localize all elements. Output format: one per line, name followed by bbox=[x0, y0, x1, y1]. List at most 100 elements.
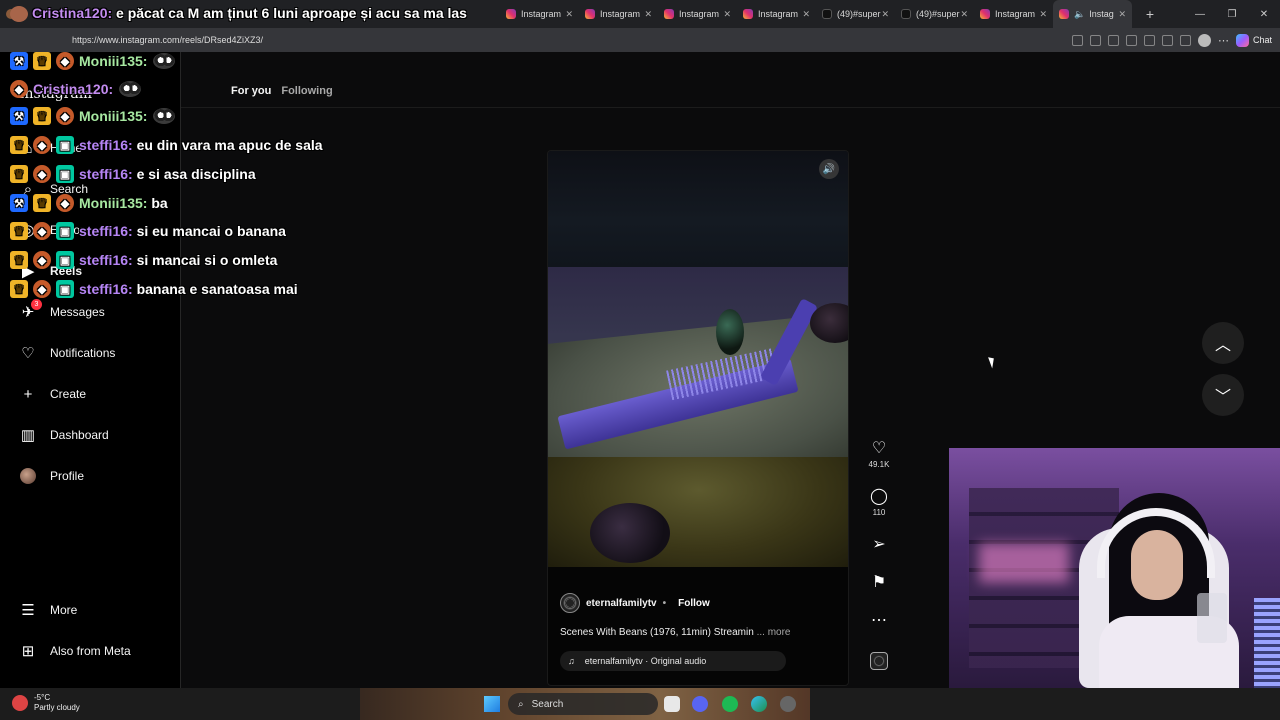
sidebar-item-notifications[interactable]: ♡ Notifications bbox=[19, 344, 115, 362]
sidebar-item-profile[interactable]: Profile bbox=[19, 467, 84, 485]
close-icon[interactable]: ✕ bbox=[1039, 9, 1047, 20]
sidebar-item-label: Also from Meta bbox=[50, 644, 131, 658]
feed-tabs: For you Following bbox=[231, 85, 333, 97]
chevron-down-icon: ﹀ bbox=[1214, 389, 1231, 406]
close-icon[interactable]: ✕ bbox=[960, 9, 968, 20]
volume-icon: 🔊 bbox=[822, 163, 836, 175]
close-icon[interactable]: ✕ bbox=[802, 9, 810, 20]
video-grass bbox=[548, 457, 848, 567]
sidebar-item-reels[interactable]: ▶ Reels bbox=[19, 262, 82, 280]
audio-pill[interactable]: ♫ eternalfamilytv · Original audio bbox=[560, 651, 786, 671]
extensions-icon[interactable] bbox=[1161, 34, 1173, 46]
browser-tab[interactable]: Instagram ✕ bbox=[974, 0, 1053, 28]
next-reel-button[interactable]: ﹀ bbox=[1202, 374, 1244, 416]
new-tab-button[interactable]: + bbox=[1138, 6, 1162, 22]
discord-icon[interactable] bbox=[692, 696, 708, 712]
save-button[interactable]: ⚑ bbox=[862, 574, 896, 594]
logo-text: Instagram bbox=[19, 86, 92, 102]
heart-icon: ♡ bbox=[21, 345, 35, 362]
reel-video-frame[interactable] bbox=[548, 267, 848, 567]
spotify-icon[interactable] bbox=[722, 696, 738, 712]
weather-text: -5°C Partly cloudy bbox=[34, 693, 80, 713]
taskbar-search-label: Search bbox=[531, 698, 564, 710]
browser-profile-avatar[interactable] bbox=[1197, 33, 1211, 47]
zoom-icon[interactable] bbox=[1089, 34, 1101, 46]
comment-button[interactable]: ◯ 110 bbox=[862, 488, 896, 517]
share-button[interactable]: ➢ bbox=[862, 536, 896, 556]
author-name[interactable]: eternalfamilytv bbox=[586, 598, 657, 609]
meta-grid-icon: ⊞ bbox=[21, 643, 35, 660]
apps-icon[interactable] bbox=[1071, 34, 1083, 46]
instagram-sidebar: Instagram ⌂ Home ⌕ Search ◎ Explore ▶ Reels … bbox=[0, 52, 181, 688]
url-field[interactable]: https://www.instagram.com/reels/DRsed4Zi… bbox=[72, 35, 263, 45]
taskbar-search[interactable]: ⌕ Search bbox=[508, 693, 658, 715]
favorites-icon[interactable] bbox=[1179, 34, 1191, 46]
refresh-icon[interactable] bbox=[1143, 34, 1155, 46]
window-controls: — ❐ ✕ bbox=[1184, 0, 1280, 28]
previous-reel-button[interactable]: ︿ bbox=[1202, 322, 1244, 364]
tab-title: Instagram bbox=[758, 9, 799, 19]
like-button[interactable]: ♡ 49.1K bbox=[862, 440, 896, 469]
follow-button[interactable]: Follow bbox=[678, 598, 710, 609]
maximize-icon[interactable]: ❐ bbox=[1216, 9, 1248, 20]
browser-tab[interactable]: (49)#super ✕ bbox=[816, 0, 895, 28]
close-icon[interactable]: ✕ bbox=[881, 9, 889, 20]
speaker-icon[interactable]: 🔈 bbox=[1074, 9, 1085, 20]
browser-tab[interactable]: Instagram ✕ bbox=[579, 0, 658, 28]
favorite-star-icon[interactable] bbox=[1125, 34, 1137, 46]
browser-tab-active[interactable]: 🔈 Instag ✕ bbox=[1053, 0, 1132, 28]
instagram-logo[interactable]: Instagram bbox=[19, 86, 92, 102]
sidebar-item-label: More bbox=[50, 603, 78, 617]
volume-button[interactable]: 🔊 bbox=[819, 159, 839, 179]
tab-for-you[interactable]: For you bbox=[231, 85, 271, 97]
sidebar-item-also-from-meta[interactable]: ⊞ Also from Meta bbox=[19, 642, 131, 660]
sidebar-item-search[interactable]: ⌕ Search bbox=[19, 180, 88, 198]
tab-following[interactable]: Following bbox=[281, 85, 332, 97]
sidebar-item-messages[interactable]: ✈ 3 Messages bbox=[19, 299, 105, 321]
webcam-light-bar bbox=[1254, 598, 1280, 688]
sidebar-item-label: Reels bbox=[50, 264, 83, 278]
close-icon[interactable]: ✕ bbox=[644, 9, 652, 20]
reel-info: eternalfamilytv • Follow Scenes With Bea… bbox=[548, 581, 848, 685]
toolbar-icons: ⋯ Chat bbox=[1071, 28, 1272, 52]
browser-tab[interactable]: (49)#super ✕ bbox=[895, 0, 974, 28]
edge-icon[interactable] bbox=[751, 696, 767, 712]
send-icon: ➢ bbox=[872, 536, 886, 553]
copilot-chat-button[interactable]: Chat bbox=[1235, 33, 1272, 47]
sidebar-item-label: Notifications bbox=[50, 346, 116, 360]
sidebar-item-create[interactable]: + Create bbox=[19, 385, 86, 403]
settings-icon[interactable] bbox=[780, 696, 796, 712]
browser-tab[interactable]: Instagram ✕ bbox=[658, 0, 737, 28]
author-avatar[interactable] bbox=[560, 593, 580, 613]
audio-thumbnail[interactable] bbox=[870, 652, 888, 670]
reel-card[interactable]: 🔊 eternalfamilytv • Follow Scenes With B… bbox=[547, 150, 849, 686]
chat-message-text: e păcat ca M am ținut 6 luni aproape și … bbox=[116, 5, 467, 21]
file-explorer-icon[interactable] bbox=[664, 696, 680, 712]
fox-emote-icon bbox=[10, 6, 28, 23]
sidebar-item-dashboard[interactable]: ▥ Dashboard bbox=[19, 426, 109, 444]
close-icon[interactable]: ✕ bbox=[723, 9, 731, 20]
minimize-icon[interactable]: — bbox=[1184, 9, 1216, 20]
sidebar-item-home[interactable]: ⌂ Home bbox=[19, 139, 82, 157]
caption-more-link[interactable]: ... more bbox=[757, 627, 791, 638]
close-icon[interactable]: ✕ bbox=[565, 9, 573, 20]
tab-title: (49)#super bbox=[837, 9, 881, 19]
more-dots-icon: ⋯ bbox=[871, 612, 887, 629]
sidebar-item-explore[interactable]: ◎ Explore bbox=[19, 221, 91, 239]
weather-widget[interactable]: -5°C Partly cloudy bbox=[12, 693, 80, 713]
menu-icon: ☰ bbox=[21, 602, 35, 619]
sidebar-item-label: Home bbox=[50, 141, 83, 155]
close-window-icon[interactable]: ✕ bbox=[1248, 9, 1280, 20]
sidebar-item-label: Profile bbox=[50, 469, 85, 483]
sidebar-item-label: Messages bbox=[50, 305, 105, 319]
comment-count: 110 bbox=[872, 508, 886, 517]
sidebar-item-more[interactable]: ☰ More bbox=[19, 601, 77, 619]
read-aloud-icon[interactable] bbox=[1107, 34, 1119, 46]
menu-dots-icon[interactable]: ⋯ bbox=[1218, 34, 1229, 47]
more-options-button[interactable]: ⋯ bbox=[862, 612, 896, 632]
webcam-monitor-glow bbox=[979, 543, 1069, 583]
close-icon[interactable]: ✕ bbox=[1118, 9, 1126, 20]
windows-start-icon[interactable] bbox=[484, 696, 500, 712]
sidebar-item-label: Explore bbox=[50, 223, 91, 237]
browser-tab[interactable]: Instagram ✕ bbox=[737, 0, 816, 28]
